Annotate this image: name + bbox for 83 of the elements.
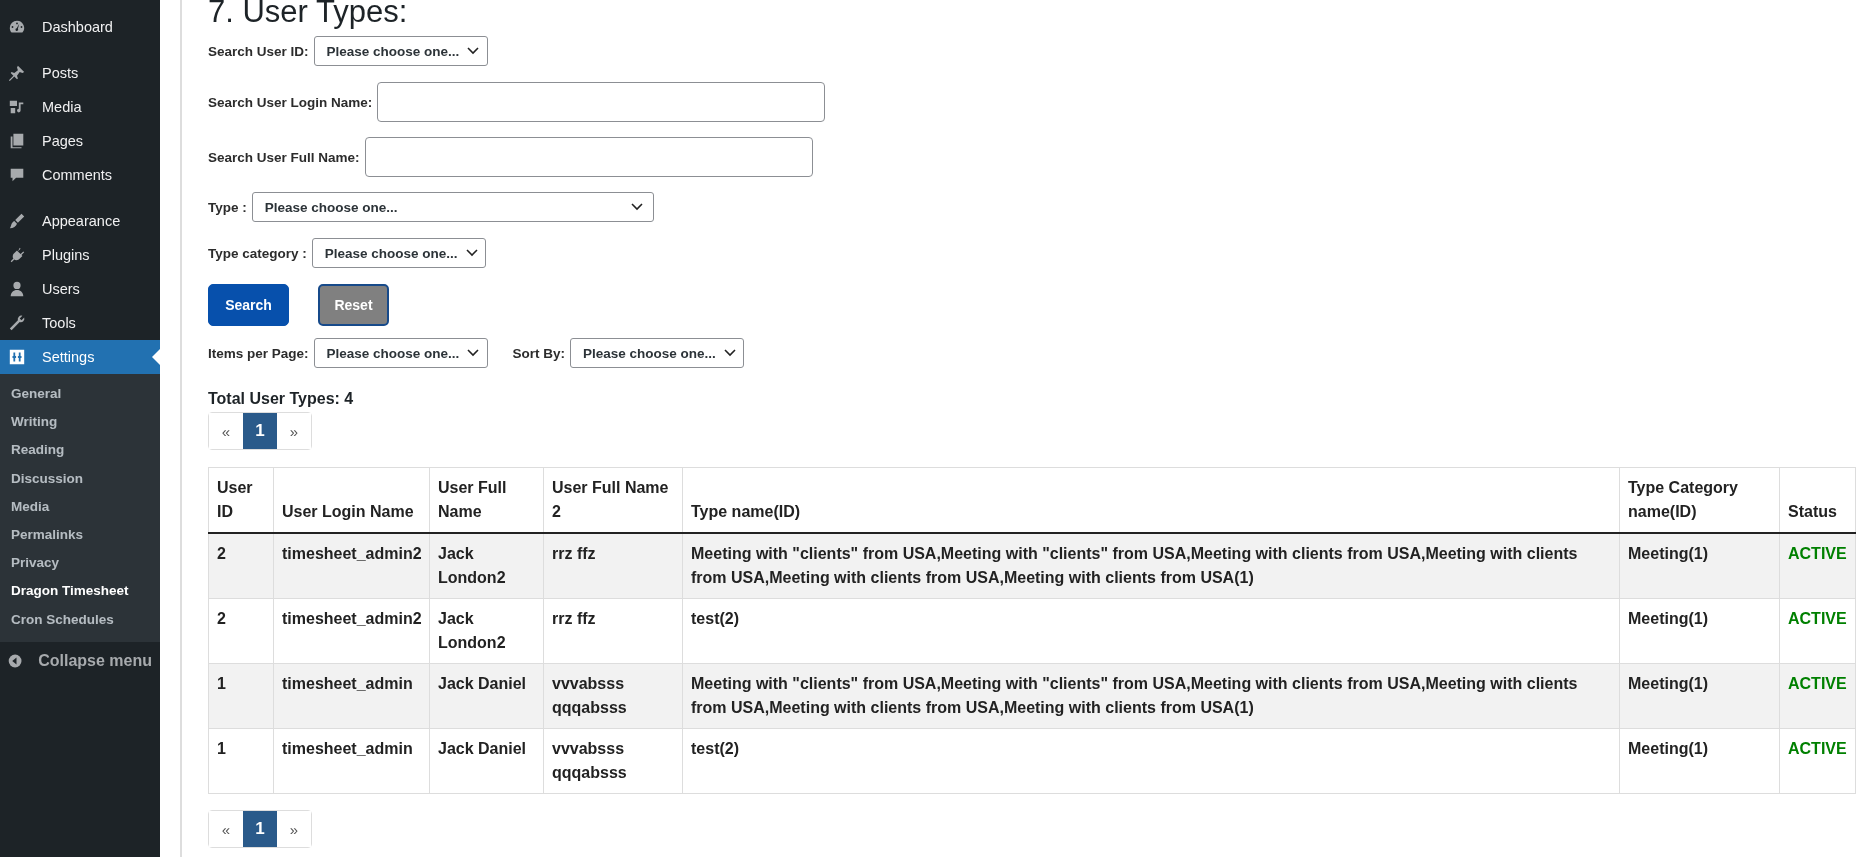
submenu-item[interactable]: Discussion — [0, 464, 160, 493]
field-label: Items per Page: — [208, 345, 309, 361]
table-cell: Jack Daniel — [429, 728, 544, 794]
person-icon — [8, 280, 26, 298]
menu-item[interactable]: Appearance — [0, 204, 160, 238]
table-cell: Meeting(1) — [1619, 598, 1780, 664]
field-label: Type : — [208, 199, 247, 215]
table-cell: rrz ffz — [543, 533, 683, 599]
items-per-page-dropdown[interactable]: Please choose one... — [313, 338, 488, 368]
table-cell: timesheet_admin — [273, 728, 430, 794]
chevron-down-icon — [467, 47, 480, 55]
table-cell: 1 — [208, 663, 274, 729]
status-text: ACTIVE — [1779, 533, 1856, 599]
table-cell: Jack London2 — [429, 598, 544, 664]
page-link[interactable]: 1 — [243, 413, 277, 449]
table-cell: 1 — [208, 728, 274, 794]
table-cell: Jack Daniel — [429, 663, 544, 729]
menu-item[interactable]: Pages — [0, 124, 160, 158]
status-text: ACTIVE — [1779, 663, 1856, 729]
submenu-item[interactable]: Privacy — [0, 549, 160, 578]
table-cell: Jack London2 — [429, 533, 544, 599]
submenu-item[interactable]: Permalinks — [0, 520, 160, 550]
submenu-item[interactable]: General — [0, 380, 160, 409]
field-label: Search User ID: — [208, 43, 309, 59]
menu-item[interactable]: Users — [0, 272, 160, 306]
field-label: Sort By: — [512, 345, 566, 361]
media-icon — [8, 98, 26, 116]
paintbrush-icon — [8, 212, 26, 230]
field-label: Type category : — [208, 245, 307, 261]
table-cell: Meeting(1) — [1619, 533, 1780, 599]
total-count: Total User Types: 4 — [208, 390, 355, 408]
table-cell: rrz ffz — [543, 598, 683, 664]
submenu-item[interactable]: Reading — [0, 436, 160, 465]
chevron-down-icon — [723, 349, 736, 357]
menu-item[interactable]: Plugins — [0, 238, 160, 272]
wrench-icon — [8, 314, 26, 332]
status-text: ACTIVE — [1779, 598, 1856, 664]
page-link[interactable]: 1 — [243, 811, 277, 847]
table-cell: vvvabsss qqqabsss — [543, 663, 683, 729]
page-title: 7. User Types: — [208, 0, 409, 30]
field-label: Search User Login Name: — [208, 94, 373, 110]
table-cell: Meeting with "clients" from USA,Meeting with "clients" from USA,Meeting with clients from USA,Meeting with clients from USA,Meeting with clients from USA,Meeting with clients from USA(1) — [682, 663, 1620, 729]
current-pointer-icon — [152, 349, 160, 365]
submenu-item[interactable]: Cron Schedules — [0, 605, 160, 634]
dashboard-gauge-icon — [8, 18, 26, 36]
collapse-menu-button[interactable]: Collapse menu — [0, 641, 160, 680]
field-label: Search User Full Name: — [208, 149, 360, 165]
table-cell: timesheet_admin — [273, 663, 430, 729]
type-category-dropdown[interactable]: Please choose one... — [311, 238, 486, 268]
table-cell: 2 — [208, 533, 274, 599]
table-cell: test(2) — [682, 598, 1620, 664]
user-id-dropdown[interactable]: Please choose one... — [313, 36, 488, 66]
menu-item[interactable]: Comments — [0, 158, 160, 192]
plug-icon — [8, 246, 26, 264]
reset-button[interactable]: Reset — [318, 284, 389, 326]
submenu-item[interactable]: Media — [0, 492, 160, 521]
search-button[interactable]: Search — [208, 284, 289, 326]
full-name-field[interactable] — [364, 137, 813, 177]
menu-item[interactable]: Media — [0, 90, 160, 124]
type-dropdown[interactable]: Please choose one... — [251, 192, 654, 222]
chevron-down-icon — [467, 349, 480, 357]
table-cell: vvvabsss qqqabsss — [543, 728, 683, 794]
submenu-item[interactable]: Dragon Timesheet — [0, 577, 160, 606]
table-cell: timesheet_admin2 — [273, 598, 430, 664]
chevron-down-icon — [630, 203, 643, 211]
table-cell: Meeting(1) — [1619, 728, 1780, 794]
sort-by-dropdown[interactable]: Please choose one... — [570, 338, 745, 368]
table-cell: timesheet_admin2 — [273, 533, 430, 599]
pages-icon — [8, 132, 26, 150]
submenu-item[interactable]: Writing — [0, 408, 160, 437]
sliders-icon — [8, 348, 26, 366]
pin-icon — [8, 64, 26, 82]
login-name-field[interactable] — [377, 82, 826, 122]
menu-item[interactable]: Settings — [0, 340, 160, 374]
chevron-down-icon — [465, 249, 478, 257]
menu-item[interactable]: Posts — [0, 56, 160, 90]
table-cell: 2 — [208, 598, 274, 664]
table-cell: test(2) — [682, 728, 1620, 794]
menu-item[interactable]: Tools — [0, 306, 160, 340]
menu-item[interactable]: Dashboard — [0, 10, 160, 44]
table-cell: Meeting(1) — [1619, 663, 1780, 729]
status-text: ACTIVE — [1779, 728, 1856, 794]
table-cell: Meeting with "clients" from USA,Meeting with "clients" from USA,Meeting with clients from USA,Meeting with clients from USA,Meeting with clients from USA,Meeting with clients from USA(1) — [682, 533, 1620, 599]
